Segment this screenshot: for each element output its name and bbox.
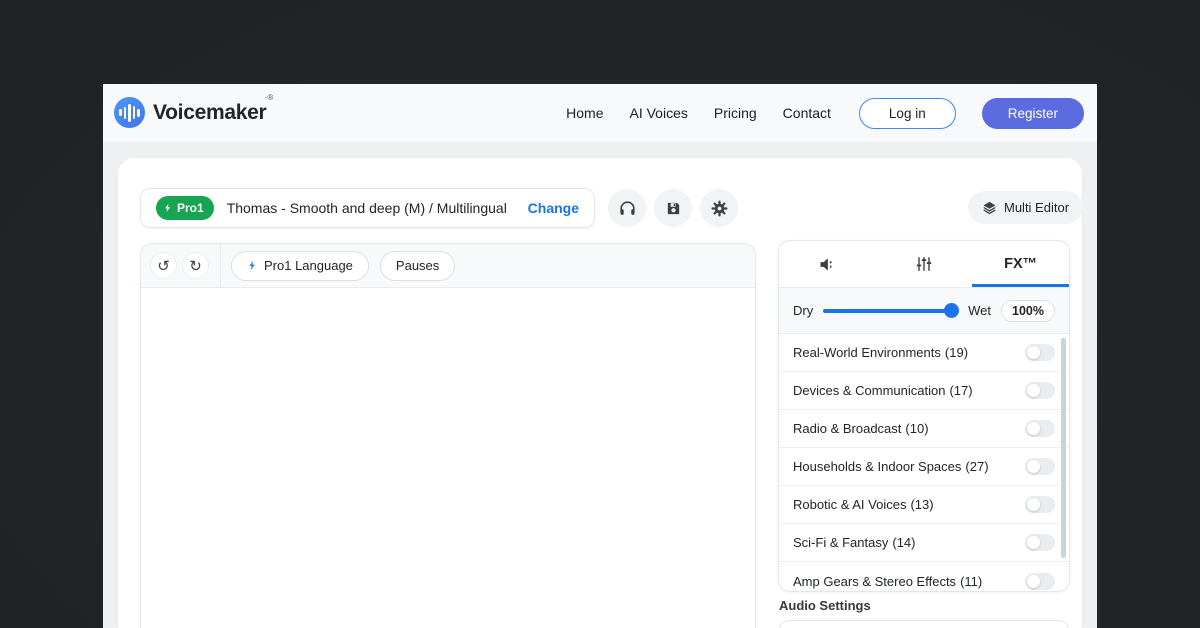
- slider-thumb[interactable]: [944, 303, 959, 318]
- pauses-button[interactable]: Pauses: [380, 251, 455, 281]
- audio-settings-card: [778, 620, 1070, 628]
- app-header: Voicemaker® Home AI Voices Pricing Conta…: [103, 84, 1097, 142]
- pro1-language-button[interactable]: Pro1 Language: [231, 251, 369, 281]
- fx-category-count: 11: [960, 574, 982, 589]
- voice-selector-bar[interactable]: Pro1 Thomas - Smooth and deep (M) / Mult…: [140, 188, 595, 228]
- voicemaker-waveform-icon: [114, 97, 145, 128]
- undo-icon: ↺: [157, 257, 170, 275]
- volume-icon: [817, 254, 838, 275]
- effect-category-list: Real-World Environments19 Devices & Comm…: [779, 334, 1069, 592]
- fx-category-label: Households & Indoor Spaces27: [793, 459, 989, 474]
- fx-category-row[interactable]: Robotic & AI Voices13: [779, 486, 1069, 524]
- fx-category-row[interactable]: Radio & Broadcast10: [779, 410, 1069, 448]
- undo-button[interactable]: ↺: [150, 252, 177, 279]
- fx-category-toggle[interactable]: [1025, 458, 1055, 475]
- redo-button[interactable]: ↻: [182, 252, 209, 279]
- fx-category-label: Amp Gears & Stereo Effects11: [793, 574, 982, 589]
- fx-category-row[interactable]: Sci-Fi & Fantasy14: [779, 524, 1069, 562]
- fx-category-count: 19: [945, 345, 968, 360]
- scrollbar-thumb[interactable]: [1061, 338, 1066, 558]
- settings-button[interactable]: [700, 189, 738, 227]
- toggle-knob: [1027, 384, 1040, 397]
- login-button[interactable]: Log in: [859, 98, 956, 129]
- toggle-knob: [1027, 422, 1040, 435]
- voicemaker-app-window: Voicemaker® Home AI Voices Pricing Conta…: [103, 84, 1097, 628]
- mix-value-badge: 100%: [1001, 300, 1055, 322]
- fx-category-row[interactable]: Real-World Environments19: [779, 334, 1069, 372]
- effects-panel: FX™ Dry Wet 100% Real-World Environments…: [778, 240, 1070, 592]
- lightning-bolt-icon: [247, 259, 258, 272]
- desktop-background: Voicemaker® Home AI Voices Pricing Conta…: [0, 0, 1200, 628]
- header-nav: Home AI Voices Pricing Contact Log in Re…: [566, 84, 1084, 142]
- toggle-knob: [1027, 460, 1040, 473]
- fx-category-count: 27: [965, 459, 988, 474]
- fx-category-toggle[interactable]: [1025, 420, 1055, 437]
- registered-mark: ®: [267, 93, 273, 102]
- fx-category-label: Devices & Communication17: [793, 383, 973, 398]
- fx-category-label: Robotic & AI Voices13: [793, 497, 934, 512]
- nav-item-contact[interactable]: Contact: [783, 105, 831, 121]
- fx-category-row[interactable]: Households & Indoor Spaces27: [779, 448, 1069, 486]
- fx-category-label: Sci-Fi & Fantasy14: [793, 535, 916, 550]
- tab-fx[interactable]: FX™: [972, 241, 1069, 287]
- change-voice-link[interactable]: Change: [528, 200, 579, 216]
- equalizer-icon: [914, 254, 934, 274]
- listen-button[interactable]: [608, 189, 646, 227]
- nav-item-pricing[interactable]: Pricing: [714, 105, 757, 121]
- redo-icon: ↻: [189, 257, 202, 275]
- fx-category-row[interactable]: Devices & Communication17: [779, 372, 1069, 410]
- wet-label: Wet: [968, 303, 991, 318]
- selected-voice-name: Thomas - Smooth and deep (M) / Multiling…: [227, 200, 507, 216]
- save-icon: [665, 200, 682, 217]
- fx-category-toggle[interactable]: [1025, 344, 1055, 361]
- toggle-knob: [1027, 346, 1040, 359]
- text-editor-area[interactable]: [141, 288, 755, 628]
- editor-toolbar: ↺ ↻ Pro1 Language Pauses: [141, 244, 755, 288]
- toolbar-divider: [220, 244, 221, 288]
- tab-audio-effects[interactable]: [876, 241, 973, 287]
- headphones-icon: [618, 199, 637, 218]
- lightning-bolt-icon: [163, 202, 173, 214]
- fx-category-toggle[interactable]: [1025, 382, 1055, 399]
- multi-editor-button[interactable]: Multi Editor: [968, 191, 1083, 224]
- fx-category-count: 14: [892, 535, 915, 550]
- fx-category-toggle[interactable]: [1025, 573, 1055, 590]
- brand-name: Voicemaker®: [153, 101, 272, 125]
- fx-category-count: 10: [905, 421, 928, 436]
- pro1-plan-badge: Pro1: [156, 196, 214, 220]
- toggle-knob: [1027, 536, 1040, 549]
- dry-label: Dry: [793, 303, 813, 318]
- gear-icon: [710, 199, 729, 218]
- tab-volume[interactable]: [779, 241, 876, 287]
- brand-logo-group[interactable]: Voicemaker®: [114, 97, 272, 128]
- text-editor-card: ↺ ↻ Pro1 Language Pauses: [140, 243, 756, 628]
- nav-item-ai-voices[interactable]: AI Voices: [630, 105, 688, 121]
- fx-category-toggle[interactable]: [1025, 534, 1055, 551]
- fx-category-label: Real-World Environments19: [793, 345, 968, 360]
- fx-category-count: 17: [949, 383, 972, 398]
- dry-wet-slider[interactable]: [823, 309, 958, 313]
- toggle-knob: [1027, 498, 1040, 511]
- fx-category-label: Radio & Broadcast10: [793, 421, 929, 436]
- register-button[interactable]: Register: [982, 98, 1084, 129]
- audio-settings-heading: Audio Settings: [779, 598, 871, 613]
- fx-category-count: 13: [910, 497, 933, 512]
- dry-wet-mix-row: Dry Wet 100%: [779, 288, 1069, 334]
- layers-icon: [982, 200, 997, 215]
- save-button[interactable]: [654, 189, 692, 227]
- fx-tab-label: FX™: [1004, 256, 1037, 272]
- toggle-knob: [1027, 575, 1040, 588]
- fx-category-row[interactable]: Amp Gears & Stereo Effects11: [779, 562, 1069, 592]
- nav-item-home[interactable]: Home: [566, 105, 603, 121]
- fx-category-toggle[interactable]: [1025, 496, 1055, 513]
- effects-tabs: FX™: [779, 241, 1069, 288]
